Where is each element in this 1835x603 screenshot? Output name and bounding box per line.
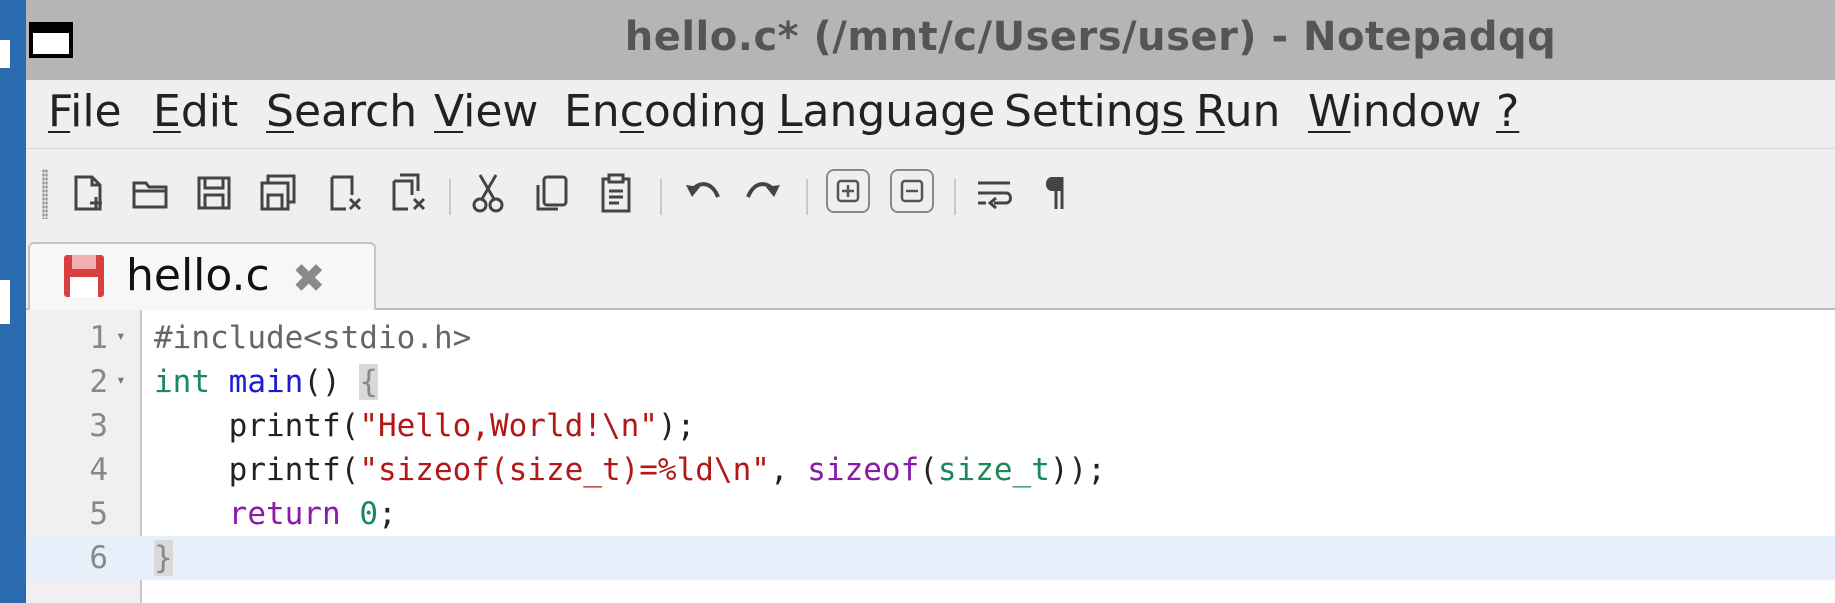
toolbar-separator — [660, 179, 662, 215]
menu-edit[interactable]: Edit — [153, 86, 238, 137]
code-text: #include<stdio.h> — [154, 320, 472, 356]
toolbar — [26, 148, 1835, 243]
show-all-chars-icon[interactable] — [1034, 171, 1078, 215]
menu-bar: File Edit Search View Encoding Language … — [26, 80, 1835, 146]
redo-icon[interactable] — [742, 171, 786, 215]
menu-help[interactable]: ? — [1496, 86, 1519, 137]
zoom-out-icon[interactable] — [890, 169, 934, 213]
tab-bar: hello.c ✖ — [26, 242, 1835, 310]
desktop-edge — [0, 0, 26, 603]
fold-arrow-icon[interactable]: ▾ — [116, 326, 126, 345]
save-red-icon — [64, 255, 104, 297]
notepadqq-window: hello.c* (/mnt/c/Users/user) - Notepadqq… — [26, 0, 1835, 603]
menu-file[interactable]: File — [48, 86, 122, 137]
code-editor[interactable]: 1 ▾ #include<stdio.h> 2 ▾ int main() { 3… — [26, 310, 1835, 603]
zoom-in-icon[interactable] — [826, 169, 870, 213]
toolbar-grip[interactable] — [42, 169, 48, 219]
title-bar[interactable]: hello.c* (/mnt/c/Users/user) - Notepadqq — [26, 0, 1835, 80]
close-all-icon[interactable] — [386, 171, 430, 215]
fold-arrow-icon[interactable]: ▾ — [116, 370, 126, 389]
menu-encoding[interactable]: Encoding — [564, 86, 767, 137]
window-title: hello.c* (/mnt/c/Users/user) - Notepadqq — [624, 14, 1557, 60]
save-icon[interactable] — [192, 171, 236, 215]
tab-label: hello.c — [126, 250, 270, 301]
menu-run[interactable]: Run — [1196, 86, 1280, 137]
new-file-icon[interactable] — [66, 171, 110, 215]
word-wrap-icon[interactable] — [972, 171, 1016, 215]
code-text: int main() { — [154, 364, 378, 400]
toolbar-separator — [806, 179, 808, 215]
desktop-icon-fragment — [0, 40, 10, 68]
menu-settings[interactable]: Settings — [1004, 86, 1184, 137]
undo-icon[interactable] — [680, 171, 724, 215]
code-text: return 0; — [228, 496, 397, 532]
menu-search[interactable]: Search — [266, 86, 417, 137]
paste-icon[interactable] — [594, 171, 638, 215]
menu-language[interactable]: Language — [778, 86, 995, 137]
tab-hello-c[interactable]: hello.c ✖ — [28, 242, 376, 310]
code-line[interactable]: 2 ▾ int main() { — [26, 360, 1835, 404]
copy-icon[interactable] — [530, 171, 574, 215]
code-line[interactable]: 1 ▾ #include<stdio.h> — [26, 316, 1835, 360]
code-line[interactable]: 4 printf("sizeof(size_t)=%ld\n", sizeof(… — [26, 448, 1835, 492]
desktop-icon-fragment — [0, 280, 10, 324]
line-number: 4 — [89, 452, 108, 488]
line-number: 6 — [89, 540, 108, 576]
close-icon[interactable] — [322, 171, 366, 215]
cut-icon[interactable] — [466, 171, 510, 215]
line-number: 2 — [89, 364, 108, 400]
toolbar-separator — [449, 179, 451, 215]
line-number: 5 — [89, 496, 108, 532]
code-line[interactable]: 3 printf("Hello,World!\n"); — [26, 404, 1835, 448]
menu-window[interactable]: Window — [1308, 86, 1482, 137]
code-line-current[interactable]: 6 } — [26, 536, 1835, 580]
save-all-icon[interactable] — [256, 171, 300, 215]
code-text: printf("sizeof(size_t)=%ld\n", sizeof(si… — [228, 452, 1106, 488]
code-line[interactable]: 5 return 0; — [26, 492, 1835, 536]
toolbar-separator — [954, 179, 956, 215]
code-text: } — [154, 540, 173, 576]
tab-close-icon[interactable]: ✖ — [292, 256, 326, 302]
line-number: 1 — [89, 320, 108, 356]
code-text: printf("Hello,World!\n"); — [228, 408, 696, 444]
menu-view[interactable]: View — [434, 86, 538, 137]
open-file-icon[interactable] — [128, 171, 172, 215]
line-number: 3 — [89, 408, 108, 444]
